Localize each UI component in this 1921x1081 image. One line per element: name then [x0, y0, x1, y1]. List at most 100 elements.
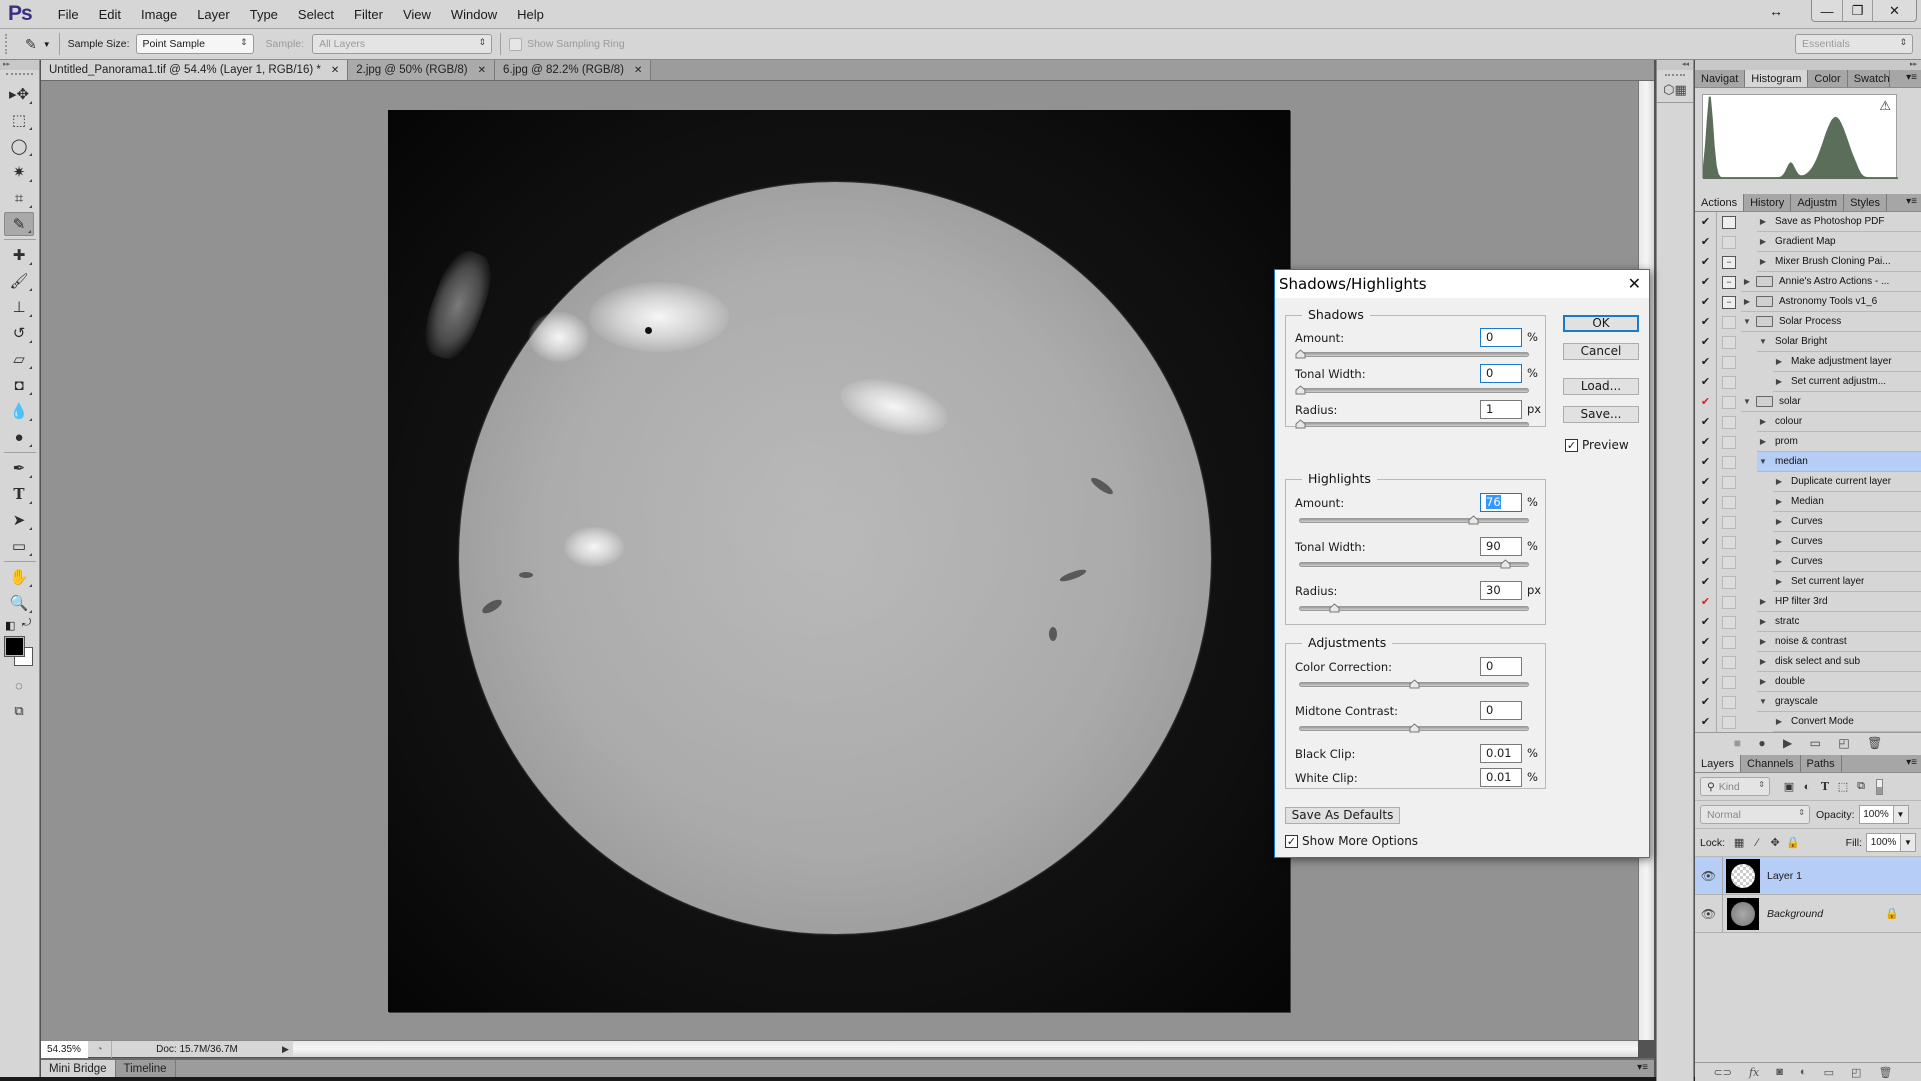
- toggle-item-checkmark-icon[interactable]: ✔: [1695, 232, 1717, 252]
- lasso-tool[interactable]: ◯: [4, 134, 34, 158]
- eyedropper-icon[interactable]: ✎: [25, 36, 37, 53]
- delete-layer-icon[interactable]: 🗑: [1878, 1066, 1892, 1079]
- toggle-item-checkmark-icon[interactable]: ✔: [1695, 652, 1717, 672]
- visibility-eye-icon[interactable]: 👁: [1695, 856, 1723, 895]
- path-selection-tool[interactable]: ➤: [4, 508, 34, 532]
- action-row[interactable]: ✔ ▼ median: [1695, 452, 1921, 472]
- blur-tool[interactable]: 💧: [4, 399, 34, 423]
- highlights-amount-slider[interactable]: [1299, 515, 1529, 525]
- toggle-item-checkmark-icon[interactable]: ✔: [1695, 312, 1717, 332]
- expand-triangle-icon[interactable]: ▶: [1773, 517, 1785, 526]
- tab-styles[interactable]: Styles: [1844, 194, 1888, 211]
- slider-thumb[interactable]: [1468, 514, 1479, 525]
- collapse-triangle-icon[interactable]: ▼: [1757, 457, 1769, 466]
- blend-mode-select[interactable]: Normal ⇕: [1700, 805, 1810, 824]
- load-button[interactable]: Load...: [1563, 378, 1639, 395]
- paint-bucket-tool[interactable]: ◘: [4, 373, 34, 397]
- stop-icon[interactable]: ■: [1734, 736, 1741, 750]
- opacity-field[interactable]: 100%: [1858, 805, 1894, 824]
- close-icon[interactable]: ✕: [1628, 274, 1641, 293]
- zoom-level-field[interactable]: 54.35%: [41, 1040, 88, 1058]
- slider-thumb[interactable]: [1329, 602, 1340, 613]
- midtone-contrast-slider[interactable]: [1299, 723, 1529, 733]
- filter-kind-select[interactable]: ⚲ Kind ⇕: [1700, 777, 1770, 796]
- toggle-dialog-icon[interactable]: [1722, 235, 1736, 249]
- panel-menu-icon[interactable]: ▾≡: [1906, 72, 1917, 83]
- type-layer-filter-icon[interactable]: T: [1816, 780, 1834, 793]
- history-brush-tool[interactable]: ↺: [4, 321, 34, 345]
- horizontal-scrollbar[interactable]: [293, 1040, 1638, 1057]
- action-row[interactable]: ✔ ▶ colour: [1695, 412, 1921, 432]
- slider-thumb[interactable]: [1500, 558, 1511, 569]
- menu-type[interactable]: Type: [240, 7, 288, 22]
- toggle-dialog-icon[interactable]: [1722, 435, 1736, 449]
- toggle-dialog-icon[interactable]: [1722, 455, 1736, 469]
- document-canvas[interactable]: [388, 110, 1290, 1012]
- toggle-item-checkmark-icon[interactable]: ✔: [1695, 612, 1717, 632]
- toolbox-grip[interactable]: [6, 73, 33, 79]
- visibility-eye-icon[interactable]: 👁: [1695, 894, 1723, 933]
- save-as-defaults-button[interactable]: Save As Defaults: [1285, 807, 1400, 824]
- fill-field[interactable]: 100%: [1866, 833, 1901, 852]
- document-tab[interactable]: 2.jpg @ 50% (RGB/8) ✕: [348, 60, 496, 80]
- action-row[interactable]: ✔ ▶ disk select and sub: [1695, 652, 1921, 672]
- lock-all-icon[interactable]: 🔒: [1784, 836, 1802, 849]
- shadows-radius-slider[interactable]: [1295, 419, 1529, 429]
- toggle-item-checkmark-icon[interactable]: ✔: [1695, 372, 1717, 392]
- action-row[interactable]: ✔ ▶ Curves: [1695, 532, 1921, 552]
- layer-row-background[interactable]: 👁 Background 🔒: [1695, 894, 1921, 933]
- record-icon[interactable]: ●: [1758, 736, 1765, 750]
- default-colors-icon[interactable]: ◧: [5, 619, 15, 632]
- menu-filter[interactable]: Filter: [344, 7, 393, 22]
- expand-triangle-icon[interactable]: ▶: [1773, 557, 1785, 566]
- show-sampling-ring-checkbox[interactable]: [509, 37, 523, 51]
- brush-tool[interactable]: 🖌: [4, 269, 34, 293]
- quick-selection-tool[interactable]: ✷: [4, 160, 34, 184]
- toggle-item-checkmark-icon[interactable]: ✔: [1695, 552, 1717, 572]
- expand-triangle-icon[interactable]: ▶: [1773, 497, 1785, 506]
- slider-thumb[interactable]: [1295, 384, 1306, 395]
- slider-thumb[interactable]: [1295, 418, 1306, 429]
- tab-paths[interactable]: Paths: [1801, 755, 1842, 772]
- tab-adjustments[interactable]: Adjustm: [1791, 194, 1845, 211]
- toggle-item-checkmark-icon[interactable]: ✔: [1695, 352, 1717, 372]
- type-tool[interactable]: T: [4, 482, 34, 506]
- menu-edit[interactable]: Edit: [89, 7, 131, 22]
- expand-triangle-icon[interactable]: ▶: [1773, 717, 1785, 726]
- action-row[interactable]: ✔ ▶ Set current adjustm...: [1695, 372, 1921, 392]
- smart-object-filter-icon[interactable]: ⧉: [1852, 780, 1870, 793]
- layer-row-layer-1[interactable]: 👁 Layer 1: [1695, 856, 1921, 895]
- menu-view[interactable]: View: [393, 7, 441, 22]
- tab-histogram[interactable]: Histogram: [1745, 70, 1809, 87]
- document-tab[interactable]: 6.jpg @ 82.2% (RGB/8) ✕: [495, 60, 652, 80]
- toggle-dialog-icon[interactable]: [1722, 675, 1736, 689]
- expand-triangle-icon[interactable]: ▶: [1757, 617, 1769, 626]
- expand-triangle-icon[interactable]: ▶: [1757, 417, 1769, 426]
- tool-preset-dropdown-icon[interactable]: ▼: [43, 40, 51, 49]
- link-layers-icon[interactable]: ⊂⊃: [1714, 1066, 1732, 1079]
- add-mask-icon[interactable]: ◙: [1776, 1066, 1783, 1078]
- expand-triangle-icon[interactable]: ▶: [1757, 257, 1769, 266]
- action-row[interactable]: ✔ ▶ stratc: [1695, 612, 1921, 632]
- crop-tool[interactable]: ⌗: [4, 186, 34, 210]
- tab-history[interactable]: History: [1744, 194, 1792, 211]
- highlights-tonal-width-input[interactable]: 90: [1480, 537, 1522, 556]
- rectangle-tool[interactable]: ▭: [4, 534, 34, 558]
- quick-mask-button[interactable]: ◌: [4, 673, 34, 697]
- shadows-amount-input[interactable]: 0: [1480, 328, 1522, 347]
- opacity-dropdown[interactable]: ▼: [1893, 805, 1909, 824]
- menu-layer[interactable]: Layer: [187, 7, 240, 22]
- toggle-item-checkmark-icon[interactable]: ✔: [1695, 292, 1717, 312]
- toggle-item-checkmark-icon[interactable]: ✔: [1695, 252, 1717, 272]
- collapse-triangle-icon[interactable]: ▼: [1757, 337, 1769, 346]
- 3d-panel-icon[interactable]: ⬡▦: [1657, 80, 1693, 103]
- action-row[interactable]: ✔ ▶ double: [1695, 672, 1921, 692]
- toolbox-collapse-icon[interactable]: ▸▸: [0, 60, 39, 70]
- toggle-dialog-icon[interactable]: [1722, 595, 1736, 609]
- toggle-dialog-icon[interactable]: [1722, 475, 1736, 489]
- toggle-dialog-icon[interactable]: [1722, 615, 1736, 629]
- expand-triangle-icon[interactable]: ▶: [1757, 217, 1769, 226]
- adjustment-layer-filter-icon[interactable]: ◐: [1798, 781, 1816, 793]
- expand-triangle-icon[interactable]: ▶: [1757, 657, 1769, 666]
- action-row[interactable]: ✔ ▶ Set current layer: [1695, 572, 1921, 592]
